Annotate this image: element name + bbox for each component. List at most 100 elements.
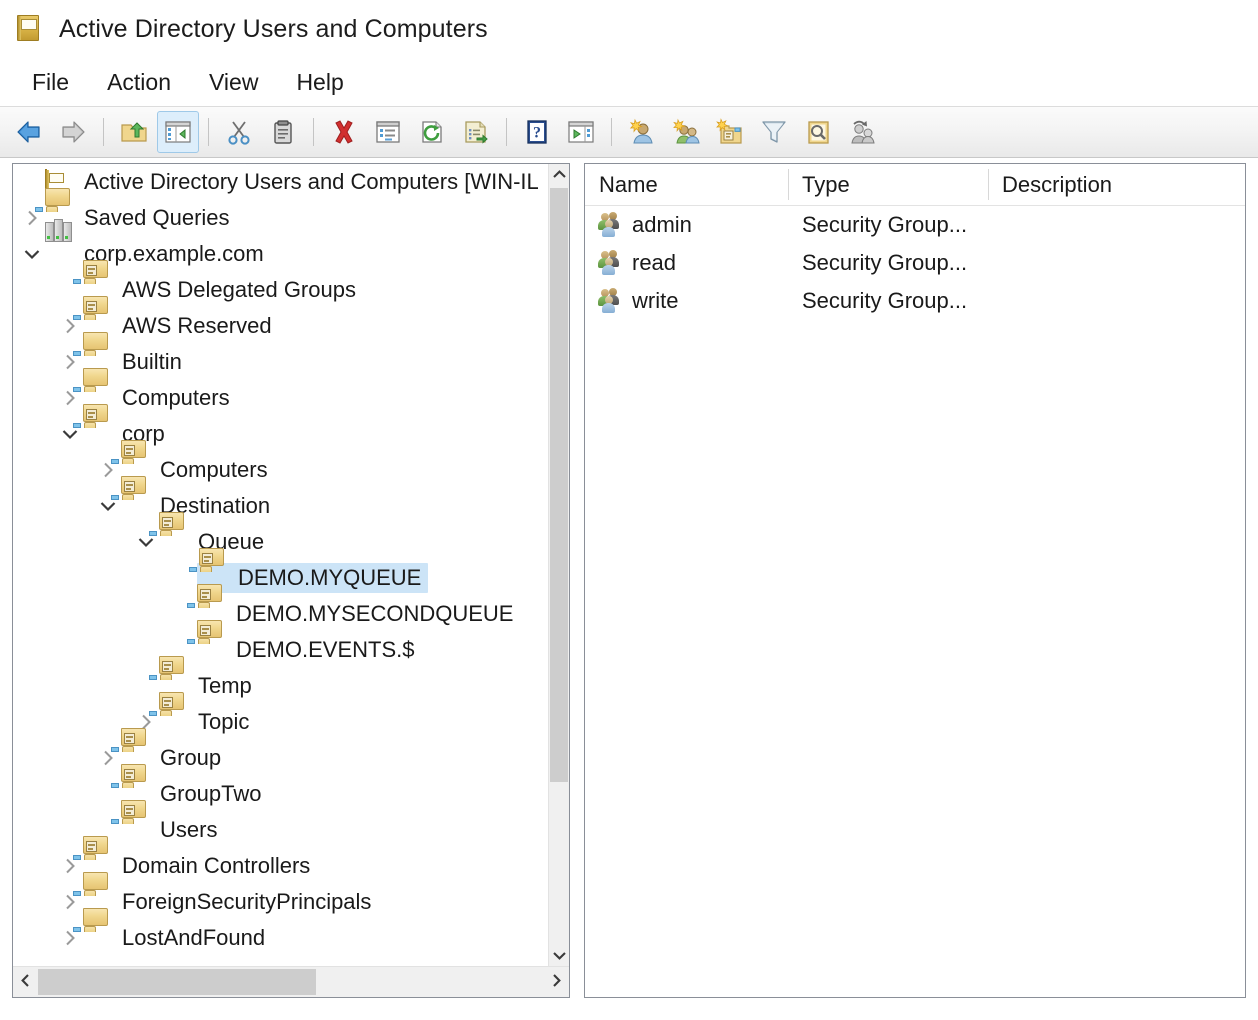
find-button[interactable]: [797, 111, 839, 153]
manage-members-button[interactable]: [841, 111, 883, 153]
scroll-right-arrow-icon[interactable]: [544, 974, 569, 990]
list-cell-type: Security Group...: [788, 206, 988, 244]
tree-node[interactable]: Temp: [13, 668, 548, 704]
title-bar: Active Directory Users and Computers: [0, 0, 1258, 58]
column-header-description[interactable]: Description: [988, 164, 1245, 205]
tree-node-icon: [121, 494, 148, 518]
list-row[interactable]: read Security Group...: [585, 244, 1245, 282]
tree-node[interactable]: LostAndFound: [13, 920, 548, 956]
tree-node[interactable]: Saved Queries: [13, 200, 548, 236]
tree-node[interactable]: Destination: [13, 488, 548, 524]
list-cell-name: admin: [585, 206, 788, 244]
tree-node-icon: [159, 530, 186, 554]
tree-node-icon: [197, 638, 224, 662]
tree-node-icon: [121, 818, 148, 842]
new-user-icon: [627, 118, 657, 146]
security-group-icon: [598, 212, 628, 238]
list-cell-description: [988, 244, 1245, 282]
back-button[interactable]: [8, 111, 50, 153]
tree-node-selected[interactable]: DEMO.MYQUEUE: [197, 563, 428, 593]
tree-node[interactable]: Group: [13, 740, 548, 776]
new-user-button[interactable]: [621, 111, 663, 153]
new-organizational-unit-button[interactable]: [709, 111, 751, 153]
tree-node-label: AWS Delegated Groups: [119, 276, 359, 304]
list-view-body: adminSecurity Group... read Security Group…: [585, 206, 1245, 320]
tree-node[interactable]: corp: [13, 416, 548, 452]
tree-node-label: Builtin: [119, 348, 185, 376]
tree-node-label: GroupTwo: [157, 780, 265, 808]
up-one-level-icon: [119, 118, 149, 146]
tree-node-label: AWS Reserved: [119, 312, 275, 340]
delete-button[interactable]: [323, 111, 365, 153]
column-header-name[interactable]: Name: [585, 164, 788, 205]
filter-button[interactable]: [753, 111, 795, 153]
svg-text:?: ?: [533, 125, 541, 142]
tree-node[interactable]: DEMO.MYQUEUE: [13, 560, 548, 596]
scroll-down-arrow-icon[interactable]: [549, 945, 569, 966]
twisty-placeholder: [19, 169, 45, 195]
column-header-type[interactable]: Type: [788, 164, 988, 205]
properties-button[interactable]: [367, 111, 409, 153]
list-cell-name-text: write: [632, 288, 678, 314]
tree-node-icon: [45, 242, 72, 266]
window-title: Active Directory Users and Computers: [59, 15, 488, 44]
tree-node[interactable]: DEMO.MYSECONDQUEUE: [13, 596, 548, 632]
tree-vertical-scrollbar[interactable]: [548, 164, 569, 966]
scroll-up-arrow-icon[interactable]: [549, 164, 569, 185]
export-list-button[interactable]: [455, 111, 497, 153]
toolbar-separator: [103, 118, 104, 146]
new-organizational-unit-icon: [715, 118, 745, 146]
tree-horizontal-scrollbar[interactable]: [13, 966, 569, 997]
tree-node-label: Computers: [119, 384, 233, 412]
tree-node[interactable]: Queue: [13, 524, 548, 560]
console-tree[interactable]: Active Directory Users and Computers [WI…: [13, 164, 548, 966]
menu-action[interactable]: Action: [93, 66, 185, 99]
list-row[interactable]: write Security Group...: [585, 282, 1245, 320]
cut-icon: [224, 118, 254, 146]
list-row[interactable]: adminSecurity Group...: [585, 206, 1245, 244]
list-view-header: Name Type Description: [585, 164, 1245, 206]
tree-node[interactable]: DEMO.EVENTS.$: [13, 632, 548, 668]
list-cell-type: Security Group...: [788, 244, 988, 282]
tree-vertical-scroll-thumb[interactable]: [550, 188, 568, 782]
tree-node[interactable]: Topic: [13, 704, 548, 740]
paste-button[interactable]: [262, 111, 304, 153]
tree-node-label: DEMO.MYSECONDQUEUE: [233, 600, 516, 628]
list-cell-type: Security Group...: [788, 282, 988, 320]
up-one-level-button[interactable]: [113, 111, 155, 153]
tree-node-label: DEMO.MYQUEUE: [235, 564, 424, 592]
tree-horizontal-scroll-track[interactable]: [38, 967, 544, 997]
refresh-button[interactable]: [411, 111, 453, 153]
tree-horizontal-scroll-thumb[interactable]: [38, 969, 316, 995]
tree-node[interactable]: Active Directory Users and Computers [WI…: [13, 164, 548, 200]
list-cell-description: [988, 282, 1245, 320]
console-tree-pane: Active Directory Users and Computers [WI…: [12, 163, 570, 998]
content-area: Active Directory Users and Computers [WI…: [12, 163, 1246, 998]
scroll-left-arrow-icon[interactable]: [13, 974, 38, 990]
refresh-icon: [417, 118, 447, 146]
forward-button[interactable]: [52, 111, 94, 153]
security-group-icon: [598, 288, 628, 314]
menu-file[interactable]: File: [18, 66, 83, 99]
tree-node-label: LostAndFound: [119, 924, 268, 952]
list-cell-name: read: [585, 244, 788, 282]
back-icon: [14, 118, 44, 146]
new-group-icon: [671, 118, 701, 146]
show-hide-action-pane-button[interactable]: [560, 111, 602, 153]
security-group-icon: [598, 250, 628, 276]
tree-node-label: Group: [157, 744, 224, 772]
forward-icon: [58, 118, 88, 146]
toolbar: ?: [0, 106, 1258, 158]
show-hide-console-tree-icon: [163, 118, 193, 146]
menu-view[interactable]: View: [195, 66, 272, 99]
show-hide-console-tree-button[interactable]: [157, 111, 199, 153]
chevron-down-icon[interactable]: [19, 241, 45, 267]
menu-bar: File Action View Help: [0, 58, 1258, 106]
menu-help[interactable]: Help: [282, 66, 357, 99]
list-cell-name-text: read: [632, 250, 676, 276]
cut-button[interactable]: [218, 111, 260, 153]
tree-node[interactable]: Computers: [13, 452, 548, 488]
tree-node[interactable]: GroupTwo: [13, 776, 548, 812]
help-button[interactable]: ?: [516, 111, 558, 153]
new-group-button[interactable]: [665, 111, 707, 153]
